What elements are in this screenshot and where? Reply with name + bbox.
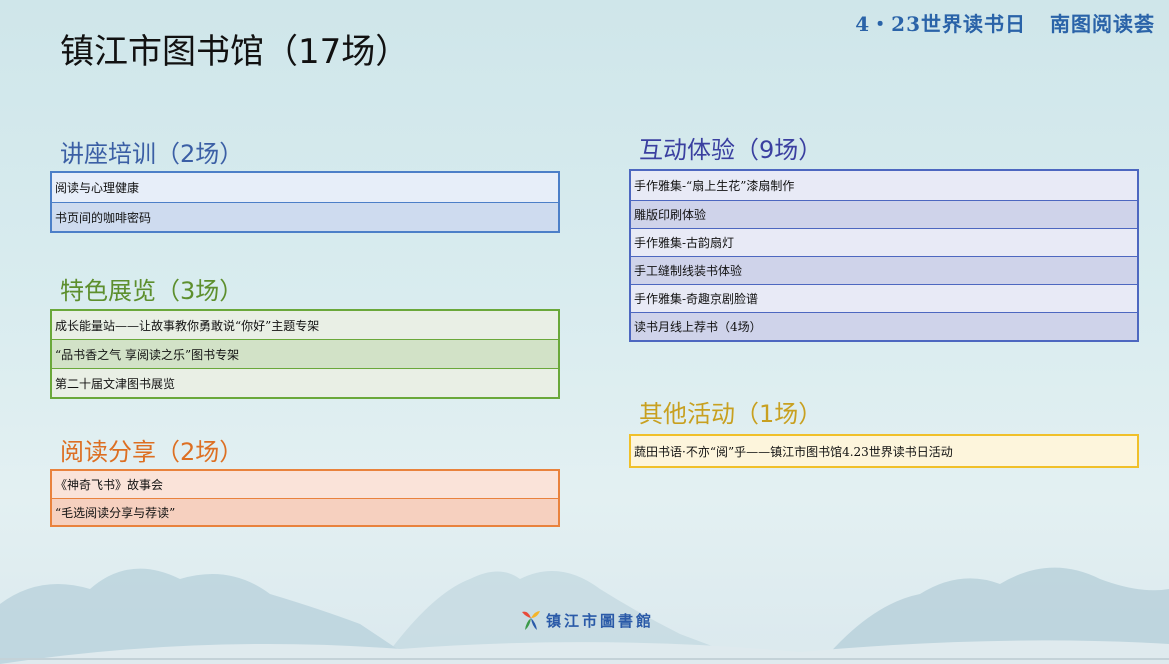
list-item[interactable]: 手作雅集-奇趣京剧脸谱 xyxy=(631,284,1137,312)
list-item[interactable]: 阅读与心理健康 xyxy=(52,173,558,202)
section-title-exhibitions: 特色展览（3场） xyxy=(60,277,244,305)
list-item[interactable]: 手作雅集-“扇上生花”漆扇制作 xyxy=(631,171,1137,200)
list-item[interactable]: 蔬田书语·不亦“阅”乎——镇江市图书馆4.23世界读书日活动 xyxy=(631,436,1137,466)
list-item[interactable]: “品书香之气 享阅读之乐”图书专架 xyxy=(52,339,558,368)
list-item[interactable]: 读书月线上荐书（4场） xyxy=(631,312,1137,340)
list-interactive: 手作雅集-“扇上生花”漆扇制作 雕版印刷体验 手作雅集-古韵扇灯 手工缝制线装书… xyxy=(629,169,1139,342)
section-title-lectures: 讲座培训（2场） xyxy=(60,140,244,168)
list-item[interactable]: 成长能量站——让故事教你勇敢说“你好”主题专架 xyxy=(52,311,558,339)
background-mountains xyxy=(0,567,1169,664)
list-item[interactable]: 第二十届文津图书展览 xyxy=(52,368,558,397)
list-item[interactable]: 《神奇飞书》故事会 xyxy=(52,471,558,498)
footer-logo-text: 镇江市圖書館 xyxy=(546,611,655,630)
section-title-reading-share: 阅读分享（2场） xyxy=(60,438,244,466)
brand-world-book-day: 4・23世界读书日 xyxy=(855,12,1026,36)
list-other: 蔬田书语·不亦“阅”乎——镇江市图书馆4.23世界读书日活动 xyxy=(629,434,1139,468)
list-item[interactable]: 手工缝制线装书体验 xyxy=(631,256,1137,284)
bottom-divider xyxy=(0,658,1169,660)
list-item[interactable]: 手作雅集-古韵扇灯 xyxy=(631,228,1137,256)
header-brand: 4・23世界读书日 南图阅读荟 xyxy=(855,8,1155,37)
list-item[interactable]: 书页间的咖啡密码 xyxy=(52,202,558,231)
library-logo-icon xyxy=(522,611,540,630)
section-title-other: 其他活动（1场） xyxy=(639,400,823,428)
section-title-interactive: 互动体验（9场） xyxy=(639,136,823,164)
brand-reading-hub: 南图阅读荟 xyxy=(1050,12,1155,36)
page-title: 镇江市图书馆（17场） xyxy=(60,32,410,72)
footer-logo: 镇江市圖書館 xyxy=(520,608,654,632)
list-exhibitions: 成长能量站——让故事教你勇敢说“你好”主题专架 “品书香之气 享阅读之乐”图书专… xyxy=(50,309,560,399)
list-item[interactable]: 雕版印刷体验 xyxy=(631,200,1137,228)
list-lectures: 阅读与心理健康 书页间的咖啡密码 xyxy=(50,171,560,233)
list-reading-share: 《神奇飞书》故事会 “毛选阅读分享与荐读” xyxy=(50,469,560,527)
list-item[interactable]: “毛选阅读分享与荐读” xyxy=(52,498,558,525)
